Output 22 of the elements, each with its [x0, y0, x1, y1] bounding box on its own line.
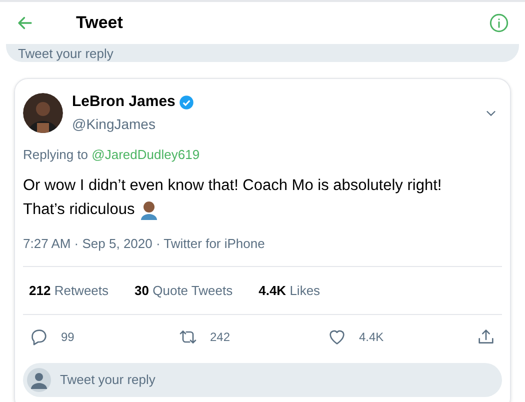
stat-text[interactable]: 212 Retweets: [29, 280, 109, 300]
reply-placeholder: Tweet your reply: [18, 46, 114, 60]
action-count: 4.4K: [359, 329, 384, 346]
action-count: 242: [210, 329, 230, 346]
back-arrow-icon[interactable]: [16, 14, 34, 32]
speech-bubble-icon[interactable]: [29, 327, 49, 347]
author-name: LeBron James: [72, 92, 176, 112]
action-count: 99: [61, 329, 74, 346]
person-emoji-icon: [140, 200, 158, 220]
reply-field[interactable]: Tweet your reply: [23, 363, 502, 397]
tweet-meta: 7:27 AM · Sep 5, 2020 · Twitter for iPhone: [23, 235, 266, 253]
author-handle: @KingJames: [72, 114, 156, 134]
header-title: Tweet: [76, 12, 123, 34]
stat-text[interactable]: 4.4K Likes: [258, 280, 320, 300]
reply-placeholder: Tweet your reply: [60, 371, 156, 390]
info-icon[interactable]: [489, 13, 509, 33]
stat-text[interactable]: 30 Quote Tweets: [134, 280, 233, 300]
user-avatar-icon: [27, 368, 51, 392]
replying-to-text: Replying to @JaredDudley619: [23, 146, 201, 164]
reply-bar[interactable]: Tweet your reply: [6, 44, 519, 62]
tweet-text: Or wow I didn’t even know that! Coach Mo is absolutely right!: [23, 176, 442, 196]
tweet-text: That’s ridiculous: [23, 200, 135, 220]
